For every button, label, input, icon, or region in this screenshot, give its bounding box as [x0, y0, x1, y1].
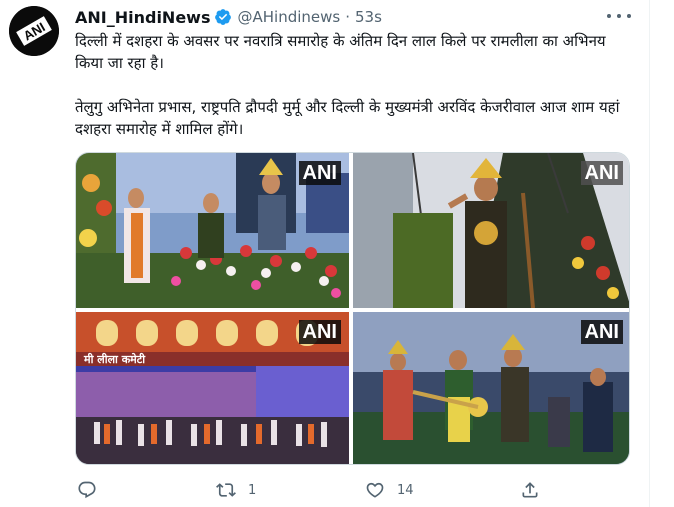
like-button[interactable]: 14 — [365, 478, 414, 502]
display-name[interactable]: ANI_HindiNews — [75, 8, 210, 27]
retweet-count: 1 — [248, 482, 257, 498]
media-photo-2[interactable]: ANI — [353, 153, 629, 308]
share-button[interactable] — [520, 478, 540, 502]
like-count: 14 — [397, 482, 414, 498]
timestamp[interactable]: 53s — [355, 8, 382, 26]
tweet-card[interactable]: ANI ANI_HindiNews @AHindinews · 53s दिल्… — [0, 0, 650, 507]
tweet-paragraph-2: तेलुगु अभिनेता प्रभास, राष्ट्रपति द्रौपद… — [75, 98, 620, 138]
ani-watermark: ANI — [298, 161, 341, 185]
handle[interactable]: @AHindinews — [237, 8, 340, 26]
retweet-button[interactable]: 1 — [216, 478, 256, 502]
verified-badge-icon — [215, 9, 232, 25]
separator-dot: · — [345, 8, 350, 26]
media-photo-3[interactable]: मी लीला कमेटी ANI — [76, 312, 349, 464]
reply-button[interactable] — [77, 478, 109, 502]
tweet-header: ANI_HindiNews @AHindinews · 53s — [75, 6, 382, 28]
ani-watermark: ANI — [580, 320, 623, 344]
tweet-paragraph-1: दिल्ली में दशहरा के अवसर पर नवरात्रि समा… — [75, 32, 606, 72]
more-options-icon[interactable] — [607, 9, 631, 23]
reply-icon — [78, 481, 96, 499]
media-photo-4[interactable]: ANI — [353, 312, 629, 464]
media-photo-1[interactable]: ANI — [76, 153, 349, 308]
ani-logo-icon: ANI — [9, 6, 59, 56]
avatar[interactable]: ANI — [9, 6, 59, 56]
ani-watermark: ANI — [580, 161, 623, 185]
heart-icon — [366, 482, 384, 498]
ani-watermark: ANI — [298, 320, 341, 344]
tweet-text: दिल्ली में दशहरा के अवसर पर नवरात्रि समा… — [75, 30, 635, 162]
retweet-icon — [216, 483, 236, 497]
media-grid[interactable]: ANI ANI मी लीला कमेटी ANI ANI — [75, 152, 630, 465]
tweet-actions: 1 14 — [75, 478, 555, 502]
share-icon — [522, 482, 538, 498]
stage-banner: मी लीला कमेटी — [83, 352, 146, 366]
